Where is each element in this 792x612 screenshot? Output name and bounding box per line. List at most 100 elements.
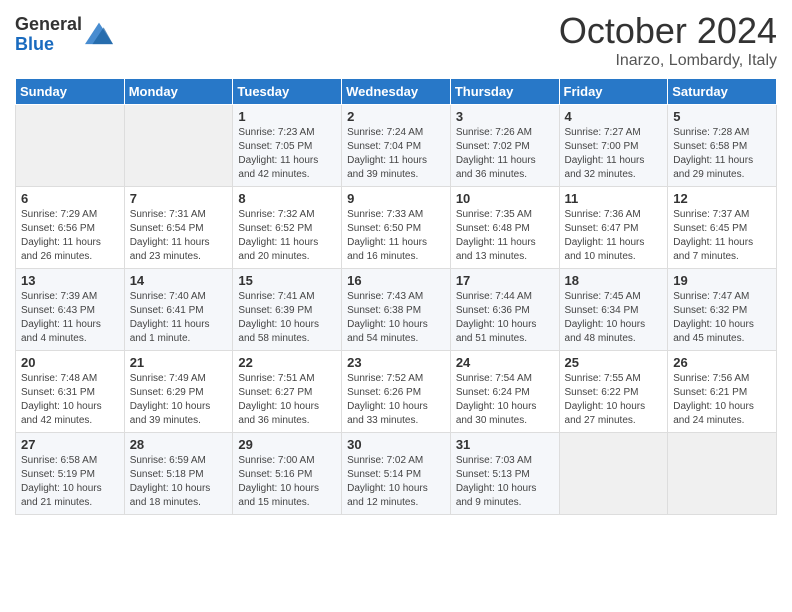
calendar-cell: 29 Sunrise: 7:00 AMSunset: 5:16 PMDayligh… [233, 433, 342, 515]
day-number: 22 [238, 355, 336, 370]
calendar-cell: 14Sunrise: 7:40 AMSunset: 6:41 PMDayligh… [124, 269, 233, 351]
calendar-cell: 28 Sunrise: 6:59 AMSunset: 5:18 PMDayligh… [124, 433, 233, 515]
cell-details: Sunrise: 7:00 AMSunset: 5:16 PMDaylight:… [238, 454, 336, 510]
day-number: 19 [673, 273, 771, 288]
calendar-cell: 20Sunrise: 7:48 AMSunset: 6:31 PMDayligh… [16, 351, 125, 433]
day-number: 24 [456, 355, 554, 370]
cell-details: Sunrise: 7:49 AMSunset: 6:29 PMDaylight:… [130, 372, 228, 428]
page: General Blue October 2024 Inarzo, Lombar… [0, 0, 792, 530]
logo-general: General [15, 15, 82, 35]
day-number: 15 [238, 273, 336, 288]
calendar-cell: 12 Sunrise: 7:37 AMSunset: 6:45 PMDayligh… [668, 187, 777, 269]
day-header: Sunday [16, 79, 125, 105]
calendar-cell: 17 Sunrise: 7:44 AMSunset: 6:36 PMDayligh… [450, 269, 559, 351]
calendar-cell: 26 Sunrise: 7:56 AMSunset: 6:21 PMDayligh… [668, 351, 777, 433]
calendar-week-row: 27Sunrise: 6:58 AMSunset: 5:19 PMDayligh… [16, 433, 777, 515]
day-number: 2 [347, 109, 445, 124]
day-number: 23 [347, 355, 445, 370]
cell-details: Sunrise: 7:51 AMSunset: 6:27 PMDaylight:… [238, 372, 336, 428]
calendar-cell: 21Sunrise: 7:49 AMSunset: 6:29 PMDayligh… [124, 351, 233, 433]
cell-details: Sunrise: 7:40 AMSunset: 6:41 PMDaylight:… [130, 290, 228, 346]
logo-blue: Blue [15, 35, 82, 55]
cell-details: Sunrise: 6:58 AMSunset: 5:19 PMDaylight:… [21, 454, 119, 510]
day-number: 16 [347, 273, 445, 288]
day-number: 9 [347, 191, 445, 206]
cell-details: Sunrise: 7:26 AMSunset: 7:02 PMDaylight:… [456, 126, 554, 182]
day-number: 4 [565, 109, 663, 124]
header: General Blue October 2024 Inarzo, Lombar… [15, 10, 777, 70]
day-number: 18 [565, 273, 663, 288]
day-number: 31 [456, 437, 554, 452]
day-header: Tuesday [233, 79, 342, 105]
cell-details: Sunrise: 7:56 AMSunset: 6:21 PMDaylight:… [673, 372, 771, 428]
day-header: Friday [559, 79, 668, 105]
calendar-cell: 5 Sunrise: 7:28 AMSunset: 6:58 PMDaylight… [668, 105, 777, 187]
cell-details: Sunrise: 7:33 AMSunset: 6:50 PMDaylight:… [347, 208, 445, 264]
day-number: 1 [238, 109, 336, 124]
day-header: Thursday [450, 79, 559, 105]
day-number: 25 [565, 355, 663, 370]
calendar-body: 1Sunrise: 7:23 AMSunset: 7:05 PMDaylight… [16, 105, 777, 515]
calendar-week-row: 1Sunrise: 7:23 AMSunset: 7:05 PMDaylight… [16, 105, 777, 187]
calendar-cell: 9 Sunrise: 7:33 AMSunset: 6:50 PMDaylight… [342, 187, 451, 269]
day-number: 12 [673, 191, 771, 206]
day-header: Saturday [668, 79, 777, 105]
calendar-cell: 31 Sunrise: 7:03 AMSunset: 5:13 PMDayligh… [450, 433, 559, 515]
cell-details: Sunrise: 7:43 AMSunset: 6:38 PMDaylight:… [347, 290, 445, 346]
calendar-cell: 30Sunrise: 7:02 AMSunset: 5:14 PMDayligh… [342, 433, 451, 515]
calendar-cell: 6Sunrise: 7:29 AMSunset: 6:56 PMDaylight… [16, 187, 125, 269]
day-number: 20 [21, 355, 119, 370]
day-number: 3 [456, 109, 554, 124]
cell-details: Sunrise: 7:31 AMSunset: 6:54 PMDaylight:… [130, 208, 228, 264]
cell-details: Sunrise: 7:37 AMSunset: 6:45 PMDaylight:… [673, 208, 771, 264]
calendar-cell: 22 Sunrise: 7:51 AMSunset: 6:27 PMDayligh… [233, 351, 342, 433]
calendar-cell [124, 105, 233, 187]
calendar-cell: 4 Sunrise: 7:27 AMSunset: 7:00 PMDaylight… [559, 105, 668, 187]
cell-details: Sunrise: 7:27 AMSunset: 7:00 PMDaylight:… [565, 126, 663, 182]
logo: General Blue [15, 15, 113, 55]
cell-details: Sunrise: 7:35 AMSunset: 6:48 PMDaylight:… [456, 208, 554, 264]
calendar-cell [559, 433, 668, 515]
day-number: 10 [456, 191, 554, 206]
cell-details: Sunrise: 7:24 AMSunset: 7:04 PMDaylight:… [347, 126, 445, 182]
day-number: 17 [456, 273, 554, 288]
cell-details: Sunrise: 7:02 AMSunset: 5:14 PMDaylight:… [347, 454, 445, 510]
calendar-cell: 18 Sunrise: 7:45 AMSunset: 6:34 PMDayligh… [559, 269, 668, 351]
calendar-cell [668, 433, 777, 515]
day-number: 26 [673, 355, 771, 370]
day-number: 29 [238, 437, 336, 452]
cell-details: Sunrise: 7:39 AMSunset: 6:43 PMDaylight:… [21, 290, 119, 346]
day-number: 5 [673, 109, 771, 124]
day-number: 13 [21, 273, 119, 288]
calendar-week-row: 13 Sunrise: 7:39 AMSunset: 6:43 PMDayligh… [16, 269, 777, 351]
logo-icon [85, 18, 113, 46]
cell-details: Sunrise: 7:52 AMSunset: 6:26 PMDaylight:… [347, 372, 445, 428]
calendar-cell: 11Sunrise: 7:36 AMSunset: 6:47 PMDayligh… [559, 187, 668, 269]
calendar-cell: 15Sunrise: 7:41 AMSunset: 6:39 PMDayligh… [233, 269, 342, 351]
title-block: October 2024 Inarzo, Lombardy, Italy [559, 10, 777, 70]
calendar-header-row: SundayMondayTuesdayWednesdayThursdayFrid… [16, 79, 777, 105]
cell-details: Sunrise: 7:28 AMSunset: 6:58 PMDaylight:… [673, 126, 771, 182]
location: Inarzo, Lombardy, Italy [559, 52, 777, 70]
calendar-cell: 19 Sunrise: 7:47 AMSunset: 6:32 PMDayligh… [668, 269, 777, 351]
calendar-table: SundayMondayTuesdayWednesdayThursdayFrid… [15, 78, 777, 515]
calendar-week-row: 20Sunrise: 7:48 AMSunset: 6:31 PMDayligh… [16, 351, 777, 433]
day-header: Monday [124, 79, 233, 105]
calendar-cell: 23 Sunrise: 7:52 AMSunset: 6:26 PMDayligh… [342, 351, 451, 433]
day-number: 28 [130, 437, 228, 452]
calendar-cell: 24Sunrise: 7:54 AMSunset: 6:24 PMDayligh… [450, 351, 559, 433]
calendar-cell: 13 Sunrise: 7:39 AMSunset: 6:43 PMDayligh… [16, 269, 125, 351]
cell-details: Sunrise: 7:47 AMSunset: 6:32 PMDaylight:… [673, 290, 771, 346]
calendar-cell: 25 Sunrise: 7:55 AMSunset: 6:22 PMDayligh… [559, 351, 668, 433]
cell-details: Sunrise: 7:03 AMSunset: 5:13 PMDaylight:… [456, 454, 554, 510]
calendar-cell: 27Sunrise: 6:58 AMSunset: 5:19 PMDayligh… [16, 433, 125, 515]
cell-details: Sunrise: 7:55 AMSunset: 6:22 PMDaylight:… [565, 372, 663, 428]
calendar-cell: 8Sunrise: 7:32 AMSunset: 6:52 PMDaylight… [233, 187, 342, 269]
cell-details: Sunrise: 7:36 AMSunset: 6:47 PMDaylight:… [565, 208, 663, 264]
cell-details: Sunrise: 7:32 AMSunset: 6:52 PMDaylight:… [238, 208, 336, 264]
day-number: 7 [130, 191, 228, 206]
cell-details: Sunrise: 7:44 AMSunset: 6:36 PMDaylight:… [456, 290, 554, 346]
calendar-cell: 3 Sunrise: 7:26 AMSunset: 7:02 PMDaylight… [450, 105, 559, 187]
cell-details: Sunrise: 7:45 AMSunset: 6:34 PMDaylight:… [565, 290, 663, 346]
cell-details: Sunrise: 6:59 AMSunset: 5:18 PMDaylight:… [130, 454, 228, 510]
